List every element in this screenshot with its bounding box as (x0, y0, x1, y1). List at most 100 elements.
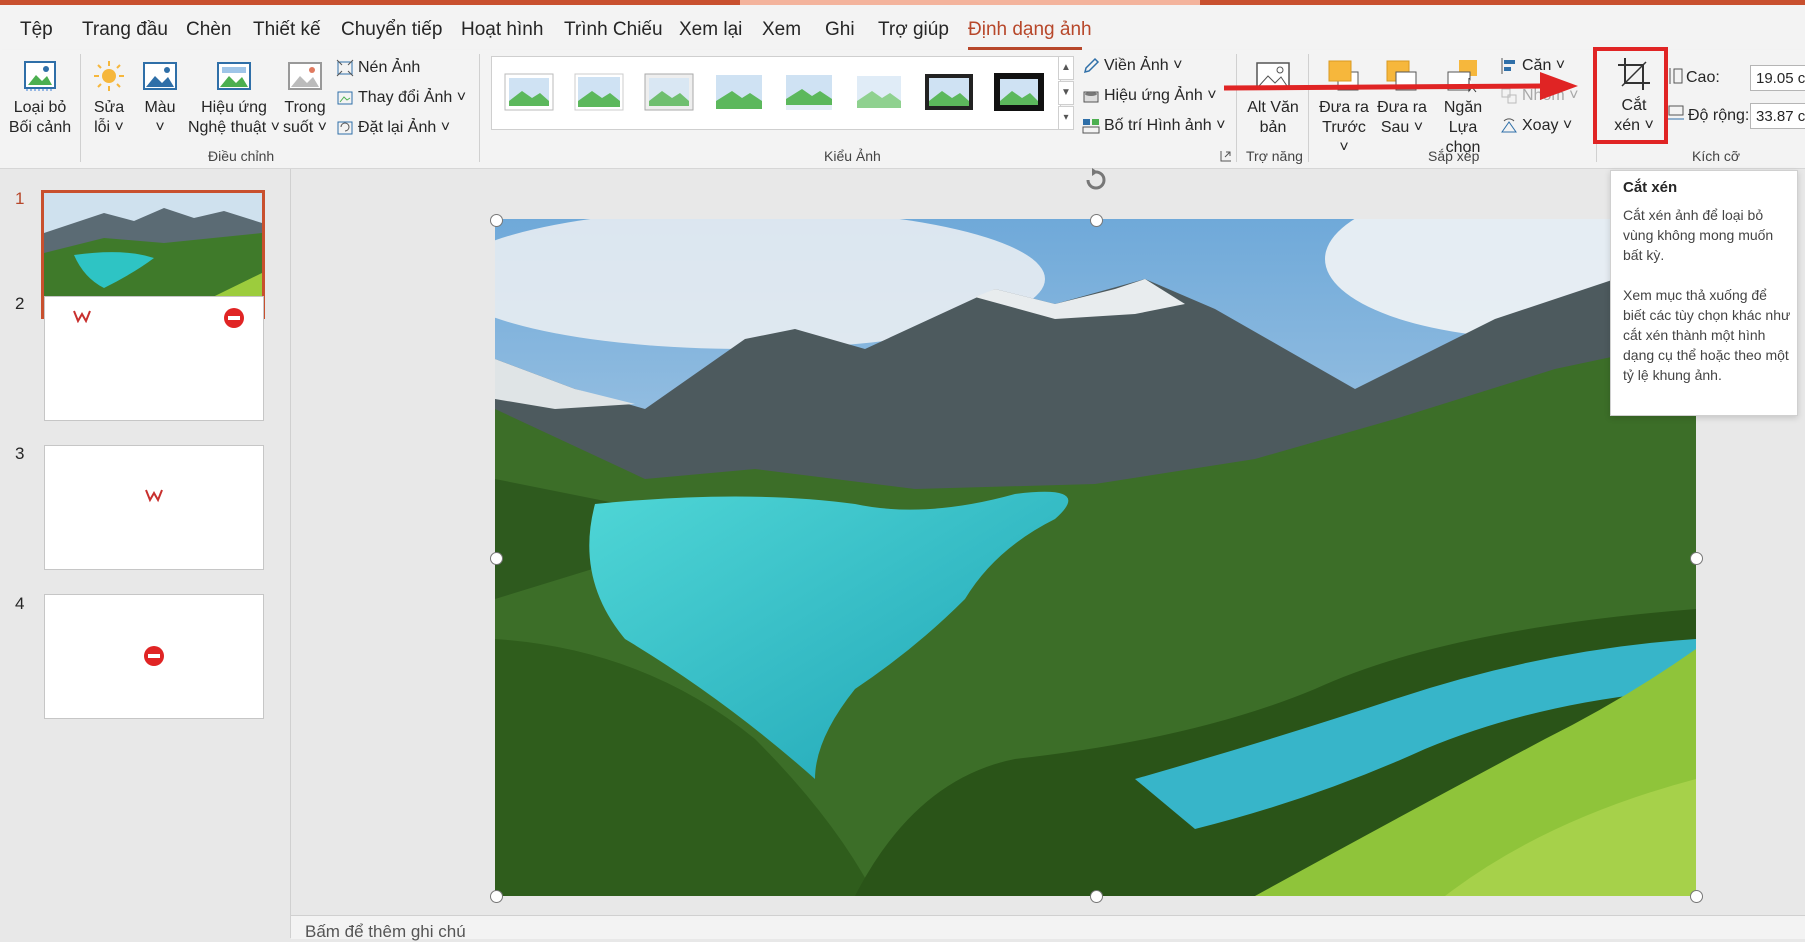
tab-picture-format[interactable]: Định dạng ảnh (968, 19, 1092, 41)
tooltip-paragraph-2: Xem mục thả xuống để biết các tùy chọn k… (1623, 287, 1791, 383)
corrections-label-2: lỗi ˅ (94, 119, 124, 136)
transparency-label-2: suốt ˅ (282, 119, 328, 136)
picture-border-button[interactable]: Viền Ảnh ˅ (1082, 56, 1182, 76)
remove-background-button[interactable]: Loại bỏ Bối cảnh (8, 58, 72, 138)
picture-style-thumb[interactable] (504, 73, 554, 111)
resize-handle[interactable] (490, 552, 503, 565)
tooltip-paragraph-1: Cắt xén ảnh để loại bỏ vùng không mong m… (1623, 207, 1774, 263)
transparency-button[interactable]: Trong suốt ˅ (282, 58, 328, 138)
picture-layout-icon (1082, 118, 1100, 134)
picture-layout-label: Bố trí Hình ảnh ˅ (1104, 117, 1226, 134)
tab-help[interactable]: Trợ giúp (878, 19, 949, 41)
picture-style-thumb[interactable] (644, 73, 694, 111)
alt-text-label-2: bản (1259, 119, 1287, 136)
group-label-arrange: Sắp xếp (1428, 148, 1480, 164)
tab-review[interactable]: Xem lại (679, 19, 742, 41)
height-label: Cao: (1686, 69, 1720, 86)
resize-handle[interactable] (490, 214, 503, 227)
notes-pane[interactable]: Bấm để thêm ghi chú (291, 915, 1805, 941)
send-backward-label-2: Sau ˅ (1380, 119, 1424, 136)
remove-bg-label-2: Bối cảnh (8, 119, 72, 136)
resize-handle[interactable] (490, 890, 503, 903)
rotate-icon (1501, 118, 1517, 133)
annotation-arrow (1223, 72, 1578, 100)
height-input[interactable]: 19.05 cm (1750, 65, 1805, 91)
reset-picture-button[interactable]: Đặt lại Ảnh ˅ (336, 118, 450, 138)
slide-thumbnail-4[interactable] (44, 594, 264, 719)
picture-style-thumb[interactable] (714, 73, 764, 111)
picture-layout-button[interactable]: Bố trí Hình ảnh ˅ (1082, 116, 1225, 136)
separator (80, 54, 81, 162)
remove-bg-label-1: Loại bỏ (13, 99, 67, 116)
slide-thumbnail-2[interactable] (44, 296, 264, 421)
gallery-up-icon[interactable]: ▲ (1058, 56, 1074, 80)
group-label-accessibility: Trợ năng (1246, 148, 1303, 164)
picture-style-thumb[interactable] (784, 73, 834, 111)
change-picture-button[interactable]: Thay đổi Ảnh ˅ (336, 88, 466, 108)
compress-pictures-button[interactable]: Nén Ảnh (336, 58, 420, 78)
slide-number: 3 (15, 444, 25, 463)
rotate-button[interactable]: Xoay ˅ (1500, 116, 1572, 136)
picture-effects-button[interactable]: Hiệu ứng Ảnh ˅ (1082, 86, 1217, 106)
tab-home[interactable]: Trang đầu (82, 19, 168, 41)
artistic-effects-button[interactable]: Hiệu ứng Nghệ thuật ˅ (186, 58, 282, 138)
gallery-down-icon[interactable]: ▼ (1058, 81, 1074, 105)
group-label-size: Kích cỡ (1692, 148, 1741, 164)
tab-file[interactable]: Tệp (20, 19, 53, 41)
tab-insert[interactable]: Chèn (186, 19, 231, 41)
resize-handle[interactable] (1690, 890, 1703, 903)
width-label: Độ rộng: (1688, 107, 1750, 124)
color-button[interactable]: Màu ˅ (138, 58, 182, 138)
corrections-label-1: Sửa (93, 99, 125, 116)
transparency-label-1: Trong (284, 99, 326, 116)
notes-placeholder: Bấm để thêm ghi chú (305, 922, 466, 941)
width-icon (1668, 105, 1684, 120)
tab-transitions[interactable]: Chuyển tiếp (341, 19, 442, 41)
rotate-label: Xoay ˅ (1522, 117, 1573, 134)
slide-thumbnail-panel: 1 2 3 4 (0, 169, 291, 938)
tab-design[interactable]: Thiết kế (253, 19, 321, 41)
tab-animations[interactable]: Hoạt hình (461, 19, 543, 41)
resize-handle[interactable] (1090, 214, 1103, 227)
picture-effects-label: Hiệu ứng Ảnh ˅ (1104, 87, 1217, 104)
picture-styles-gallery (491, 56, 1061, 130)
selected-picture[interactable] (495, 219, 1696, 896)
picture-border-label: Viền Ảnh ˅ (1104, 57, 1183, 74)
logo-w-icon (73, 310, 91, 323)
compress-label: Nén Ảnh (358, 59, 421, 76)
picture-style-thumb[interactable] (994, 73, 1044, 111)
picture-color-icon (143, 62, 177, 90)
crop-highlight-box (1593, 47, 1668, 144)
reset-picture-icon (337, 121, 353, 135)
change-picture-icon (337, 91, 353, 105)
pencil-icon (1083, 57, 1100, 73)
slide-thumbnail-3[interactable] (44, 445, 264, 570)
color-label-2: ˅ (155, 119, 165, 136)
picture-style-thumb[interactable] (854, 73, 904, 111)
remove-background-icon (24, 61, 56, 91)
picture-style-thumb[interactable] (574, 73, 624, 111)
gallery-scroll: ▲ ▼ ▾ (1058, 56, 1074, 130)
color-label-1: Màu (144, 99, 176, 116)
group-label-adjust: Điều chỉnh (208, 148, 275, 164)
reset-picture-label: Đặt lại Ảnh ˅ (358, 119, 451, 136)
resize-handle[interactable] (1090, 890, 1103, 903)
tooltip-title: Cắt xén (1623, 179, 1678, 196)
dialog-launcher-icon[interactable] (1220, 150, 1232, 162)
tab-record[interactable]: Ghi (825, 19, 855, 41)
corrections-button[interactable]: Sửa lỗi ˅ (88, 58, 130, 138)
picture-style-thumb[interactable] (924, 73, 974, 111)
group-label-styles: Kiểu Ảnh (824, 148, 881, 164)
tab-slideshow[interactable]: Trình Chiếu (564, 19, 663, 41)
sun-icon (94, 61, 124, 91)
tab-view[interactable]: Xem (762, 19, 801, 41)
logo-circle-icon (224, 308, 244, 328)
change-picture-label: Thay đổi Ảnh ˅ (358, 89, 467, 106)
rotate-handle-icon[interactable] (1082, 166, 1110, 194)
tab-bar: Tệp Trang đầu Chèn Thiết kế Chuyển tiếp … (0, 5, 1805, 50)
separator (479, 54, 480, 162)
width-input[interactable]: 33.87 cm (1750, 103, 1805, 129)
transparency-icon (288, 62, 322, 90)
resize-handle[interactable] (1690, 552, 1703, 565)
gallery-more-icon[interactable]: ▾ (1058, 106, 1074, 130)
